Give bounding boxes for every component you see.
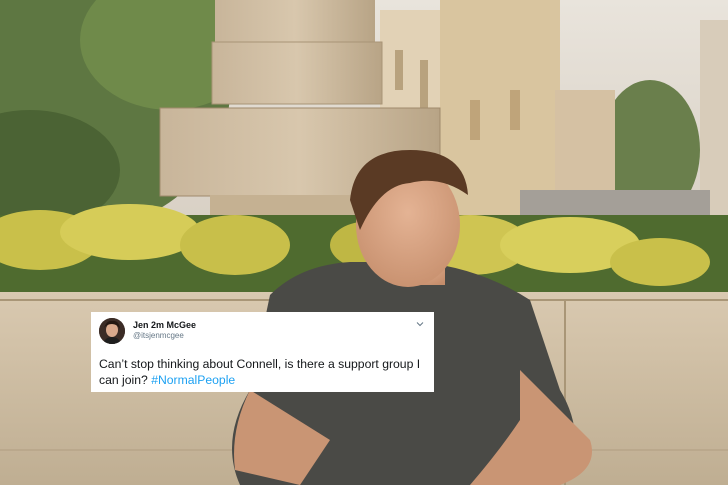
- tweet-card: Jen 2m McGee @itsjenmcgee Can’t stop thi…: [91, 312, 434, 392]
- profile-photo-icon: [99, 318, 125, 344]
- display-name[interactable]: Jen 2m McGee: [133, 320, 196, 331]
- user-handle[interactable]: @itsjenmcgee: [133, 331, 196, 341]
- tweet-body: Can’t stop thinking about Connell, is th…: [99, 357, 421, 388]
- tweet-text: Can’t stop thinking about Connell, is th…: [99, 356, 424, 389]
- tweet-author: Jen 2m McGee @itsjenmcgee: [133, 318, 196, 340]
- background-photo: [0, 0, 728, 485]
- hashtag-link[interactable]: #NormalPeople: [151, 373, 235, 387]
- tweet-header: Jen 2m McGee @itsjenmcgee: [99, 318, 424, 344]
- chevron-down-icon[interactable]: [416, 320, 424, 328]
- avatar[interactable]: [99, 318, 125, 344]
